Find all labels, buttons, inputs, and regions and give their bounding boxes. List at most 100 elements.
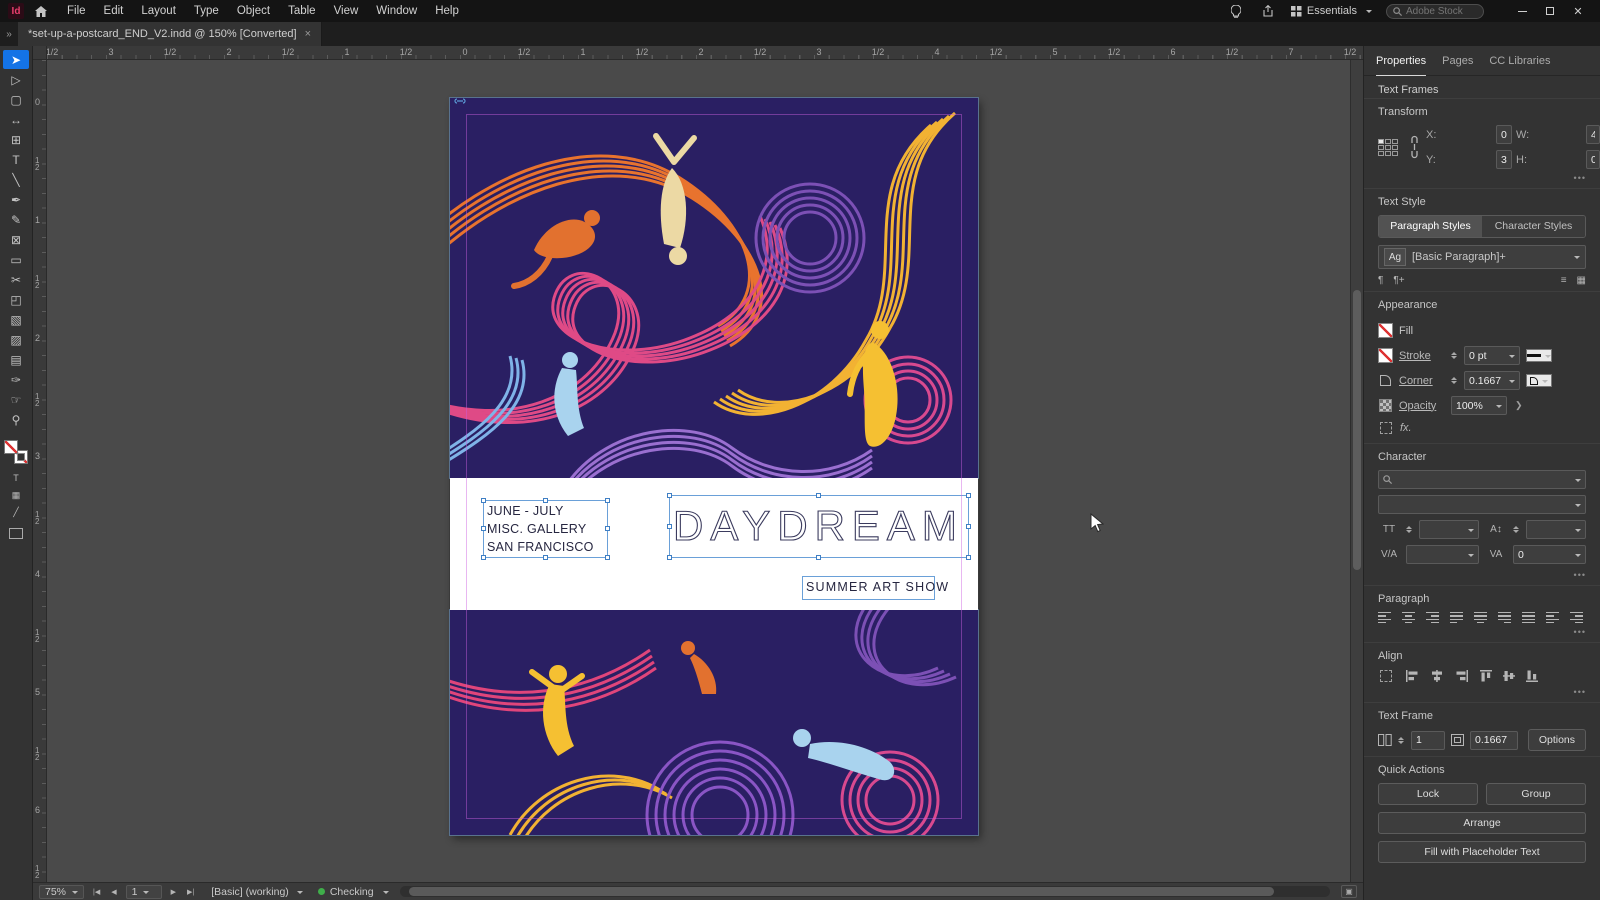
font-style-select[interactable] [1378,495,1586,514]
artwork-frame-bottom[interactable] [449,609,979,836]
selection-handle-tl[interactable] [481,498,486,503]
stock-search-input[interactable] [1406,5,1476,17]
scissors-tool[interactable]: ✂ [3,270,29,289]
leading-stepper[interactable] [1513,526,1519,533]
opacity-field[interactable]: 100% [1451,396,1507,415]
lock-button[interactable]: Lock [1378,783,1478,805]
paragraph-align-icon-5[interactable] [1498,612,1511,623]
pen-tool[interactable]: ✒ [3,190,29,209]
corner-link[interactable]: Corner [1399,375,1445,387]
opacity-link[interactable]: Opacity [1399,400,1445,412]
share-icon[interactable] [1259,3,1277,19]
paragraph-format-icon-2[interactable]: ≡ [1561,275,1567,286]
align-more-options[interactable]: ••• [1378,687,1586,697]
zoom-level-select[interactable]: 75% [39,884,85,899]
align-center-vertical-icon[interactable] [1503,669,1515,683]
corner-field[interactable]: 0.1667 in [1464,371,1520,390]
close-button[interactable]: ✕ [1564,0,1592,22]
font-size-field[interactable] [1419,520,1479,539]
menu-object[interactable]: Object [228,0,279,22]
columns-stepper[interactable] [1398,736,1404,744]
horizontal-ruler[interactable]: 1/2 3 1/2 2 1/2 1 1/2 0 1/2 1 1/2 2 1/2 3 1/2 4 1/2 5 1/2 6… [47,46,1363,60]
menu-view[interactable]: View [325,0,368,22]
selection-handle-ml[interactable] [667,523,672,529]
document-page[interactable]: JUNE - JULY MISC. GALLERY SAN FRANCISCO … [449,97,979,836]
first-page-icon[interactable]: |◀ [91,888,102,896]
apply-color-icon-2[interactable]: ╱ [5,505,27,519]
rectangle-tool[interactable]: ▭ [3,250,29,269]
align-right-icon[interactable] [1455,670,1469,682]
selection-handle-tm[interactable] [816,493,821,498]
paragraph-styles-button[interactable]: Paragraph Styles [1379,216,1482,237]
fx-label[interactable]: fx. [1400,422,1412,434]
paragraph-align-icon-6[interactable] [1522,612,1535,623]
scrollbar-options-icon[interactable]: ▣ [1341,885,1357,898]
note-tool[interactable]: ▤ [3,350,29,369]
text-frame-info[interactable]: JUNE - JULY MISC. GALLERY SAN FRANCISCO [481,498,610,560]
vertical-scrollbar-thumb[interactable] [1353,290,1361,570]
inset-field[interactable]: 0.1667 [1470,730,1518,750]
paragraph-align-icon-2[interactable] [1426,612,1439,623]
x-field[interactable]: 0.175 in [1496,125,1512,144]
minimize-button[interactable] [1508,0,1536,22]
panel-tab-pages[interactable]: Pages [1442,46,1473,76]
paragraph-format-icon-0[interactable]: ¶ [1378,275,1383,286]
selection-handle-mr[interactable] [605,526,610,531]
selection-handle-tr[interactable] [605,498,610,503]
gradient-swatch-tool[interactable]: ▧ [3,310,29,329]
selection-handle-tl[interactable] [667,493,672,498]
zoom-tool[interactable]: ⚲ [3,410,29,429]
stroke-color-swatch[interactable] [1378,348,1393,363]
menu-file[interactable]: File [58,0,95,22]
text-frame-subtitle[interactable]: SUMMER ART SHOW [802,576,948,600]
vertical-ruler[interactable]: 12012112212312412512612 [33,60,47,882]
text-frame-title[interactable]: DAYDREAM [667,493,971,560]
stroke-link[interactable]: Stroke [1399,350,1445,362]
text-frame-options-button[interactable]: Options [1527,729,1586,751]
h-field[interactable]: 0.53 in [1586,150,1600,169]
fill-swatch[interactable] [4,440,18,454]
page-tool[interactable]: ▢ [3,90,29,109]
artwork-frame-top[interactable] [449,97,979,479]
character-styles-button[interactable]: Character Styles [1482,216,1585,237]
menu-window[interactable]: Window [367,0,426,22]
selection-handle-br[interactable] [605,555,610,560]
tab-close-icon[interactable]: × [305,28,311,40]
fill-with-placeholder-button[interactable]: Fill with Placeholder Text [1378,841,1586,863]
panel-tab-properties[interactable]: Properties [1376,46,1427,76]
paragraph-align-icon-8[interactable] [1570,612,1583,623]
columns-field[interactable]: 1 [1411,730,1445,750]
content-collector-tool[interactable]: ⊞ [3,130,29,149]
align-top-icon[interactable] [1480,669,1492,683]
vertical-scrollbar[interactable] [1350,60,1363,882]
apply-color-icon-0[interactable]: T [5,471,27,485]
dock-collapse-chevron[interactable]: » [0,29,18,40]
menu-help[interactable]: Help [426,0,468,22]
eyedropper-tool[interactable]: ✑ [3,370,29,389]
gap-tool[interactable]: ↔ [3,110,29,129]
horizontal-scrollbar[interactable] [399,886,1330,897]
selection-handle-tm[interactable] [542,498,548,503]
selection-handle-br[interactable] [966,555,971,560]
selection-handle-bl[interactable] [481,555,486,560]
paragraph-style-select[interactable]: Ag [Basic Paragraph]+ [1378,245,1586,269]
home-icon[interactable] [32,3,50,19]
paragraph-align-icon-0[interactable] [1378,612,1391,623]
last-page-icon[interactable]: ▶| [185,888,196,896]
selection-handle-mr[interactable] [966,523,971,529]
type-tool[interactable]: T [3,150,29,169]
ruler-origin-corner[interactable] [33,46,47,60]
paragraph-align-icon-1[interactable] [1402,612,1415,623]
paragraph-format-icon-1[interactable]: ¶+ [1393,275,1404,286]
align-left-icon[interactable] [1405,670,1419,682]
screen-mode-button[interactable] [9,528,23,539]
stock-search[interactable] [1386,3,1484,19]
line-tool[interactable]: ╲ [3,170,29,189]
align-bottom-icon[interactable] [1526,669,1538,683]
character-more-options[interactable]: ••• [1378,570,1586,580]
selection-handle-ml[interactable] [481,526,486,531]
gradient-feather-tool[interactable]: ▨ [3,330,29,349]
paragraph-align-icon-4[interactable] [1474,612,1487,623]
kerning-field[interactable] [1406,545,1479,564]
fill-color-swatch[interactable] [1378,323,1393,338]
